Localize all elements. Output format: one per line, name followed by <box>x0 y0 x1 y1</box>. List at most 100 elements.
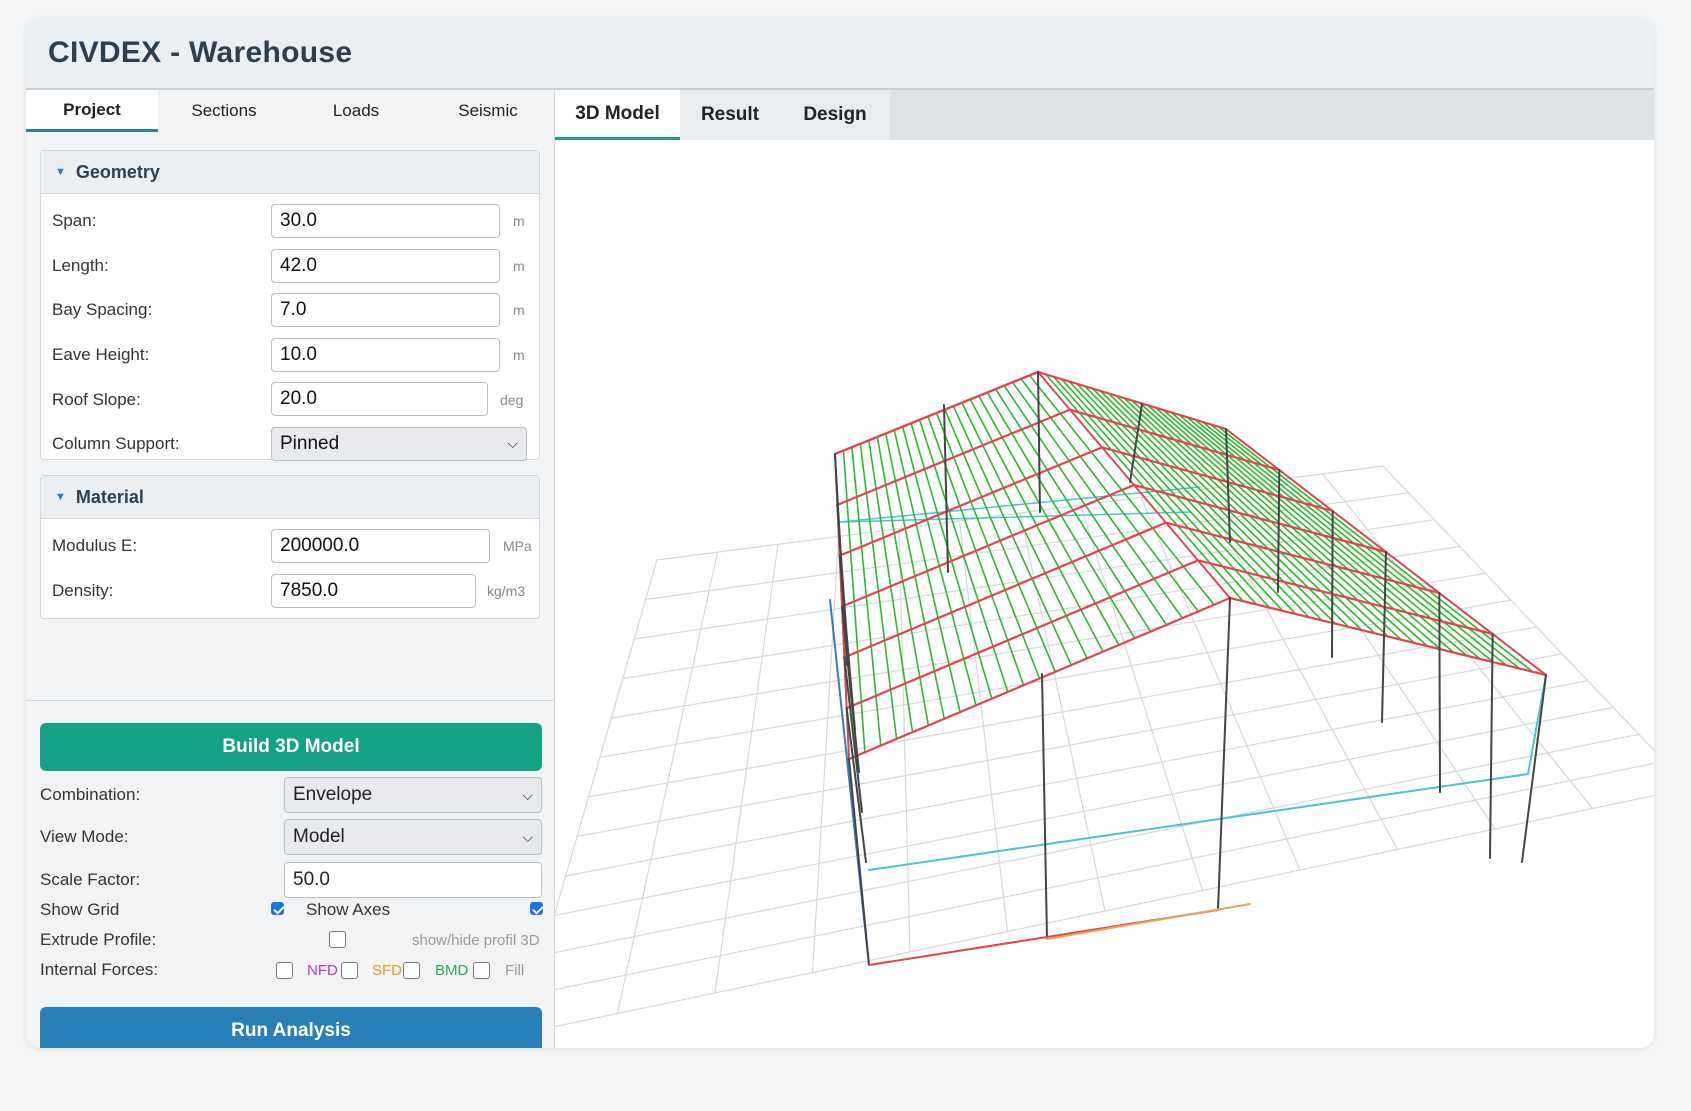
material-header[interactable]: ▼ Material <box>41 476 539 519</box>
modulus-input[interactable]: 200000.0 <box>271 529 490 563</box>
run-analysis-button[interactable]: Run Analysis <box>40 1007 542 1048</box>
roof-slope-unit: deg <box>500 391 524 408</box>
chevron-down-icon: ⌵ <box>522 828 533 845</box>
column-line <box>1217 597 1231 911</box>
length-unit: m <box>513 257 525 274</box>
eave-height-unit: m <box>513 347 525 364</box>
view-mode-value: Model <box>293 826 345 847</box>
3d-viewport[interactable] <box>519 140 1654 1048</box>
collapse-caret-icon: ▼ <box>55 166 66 178</box>
column-line <box>1521 674 1547 863</box>
bay-spacing-row: Bay Spacing: 7.0 m <box>41 288 539 333</box>
tab-loads[interactable]: Loads <box>290 90 422 132</box>
controls-area: Build 3D Model Combination: Envelope ⌵ V… <box>26 700 554 1048</box>
column-support-row: Column Support: Pinned ⌵ <box>41 422 539 467</box>
column-line <box>1438 592 1441 793</box>
view-tab-bar: 3D Model Result Design <box>555 90 1654 140</box>
left-panel: Project Sections Loads Seismic ▼ Geometr… <box>26 90 555 1048</box>
nfd-label: NFD <box>307 962 338 979</box>
internal-forces-row: Internal Forces: NFD SFD BMD Fill <box>40 955 542 985</box>
combination-row: Combination: Envelope ⌵ <box>40 777 542 813</box>
extrude-profile-checkbox[interactable] <box>329 931 346 948</box>
extrude-profile-row: Extrude Profile: show/hide profil 3D <box>40 925 542 955</box>
rafter-line <box>1068 408 1281 472</box>
span-input[interactable]: 30.0 <box>271 204 500 238</box>
app-window: CIVDEX - Warehouse Project Sections Load… <box>26 18 1654 1048</box>
bay-spacing-input[interactable]: 7.0 <box>271 293 500 328</box>
column-line <box>1041 673 1048 940</box>
nfd-checkbox[interactable] <box>276 962 293 979</box>
column-support-label: Column Support: <box>52 434 180 454</box>
roof-slope-input[interactable]: 20.0 <box>271 382 488 417</box>
geometry-title: Geometry <box>75 161 160 182</box>
modulus-unit: MPa <box>503 538 532 555</box>
combination-value: Envelope <box>293 784 373 805</box>
bay-spacing-label: Bay Spacing: <box>52 300 153 320</box>
ground-grid-line <box>576 653 1563 838</box>
geometry-header[interactable]: ▼ Geometry <box>41 151 539 194</box>
span-unit: m <box>513 213 525 230</box>
show-axes-label: Show Axes <box>306 900 391 919</box>
geometry-section: ▼ Geometry Span: 30.0 m Length: 42.0 m B… <box>40 150 540 461</box>
scale-factor-row: Scale Factor: 50.0 <box>40 862 542 898</box>
bay-spacing-unit: m <box>513 302 525 319</box>
tab-project[interactable]: Project <box>26 90 158 132</box>
eave-height-row: Eave Height: 10.0 m <box>41 333 539 378</box>
grid-axes-row: Show Grid Show Axes <box>40 895 543 925</box>
fill-checkbox[interactable] <box>473 962 490 979</box>
roof-slope-label: Roof Slope: <box>52 389 141 409</box>
column-support-select[interactable]: Pinned ⌵ <box>271 426 527 461</box>
tab-result[interactable]: Result <box>680 90 780 140</box>
highlight-line <box>1046 903 1251 940</box>
bmd-label: BMD <box>435 962 469 979</box>
view-mode-select[interactable]: Model ⌵ <box>284 819 542 855</box>
density-unit: kg/m3 <box>487 582 526 599</box>
roof-slope-row: Roof Slope: 20.0 deg <box>41 377 539 422</box>
show-grid-checkbox[interactable] <box>271 902 284 915</box>
material-section: ▼ Material Modulus E: 200000.0 MPa Densi… <box>40 475 540 619</box>
internal-forces-label: Internal Forces: <box>40 960 159 979</box>
density-label: Density: <box>52 580 114 600</box>
tab-seismic[interactable]: Seismic <box>422 90 554 132</box>
eave-height-input[interactable]: 10.0 <box>271 337 500 372</box>
right-panel: 3D Model Result Design <box>519 90 1654 1048</box>
combination-select[interactable]: Envelope ⌵ <box>284 777 542 813</box>
3d-scene[interactable] <box>519 140 1654 1048</box>
rafter-line <box>838 446 1104 557</box>
left-tab-bar: Project Sections Loads Seismic <box>26 90 554 132</box>
ground-grid-line <box>519 559 658 1035</box>
length-label: Length: <box>52 255 109 275</box>
length-row: Length: 42.0 m <box>41 244 539 289</box>
length-input[interactable]: 42.0 <box>271 248 500 283</box>
column-line <box>943 404 949 573</box>
modulus-label: Modulus E: <box>52 536 138 556</box>
chevron-down-icon: ⌵ <box>522 786 533 803</box>
rafter-line <box>843 521 1168 659</box>
collapse-caret-icon: ▼ <box>55 491 66 503</box>
tab-sections[interactable]: Sections <box>158 90 290 132</box>
app-header: CIVDEX - Warehouse <box>26 18 1654 90</box>
bmd-checkbox[interactable] <box>403 962 420 979</box>
view-mode-label: View Mode: <box>40 827 129 846</box>
sfd-checkbox[interactable] <box>341 962 358 979</box>
rafter-line <box>847 596 1232 761</box>
ground-grid-line <box>1261 481 1496 830</box>
density-row: Density: 7850.0 kg/m3 <box>41 569 539 614</box>
fill-label: Fill <box>505 962 525 979</box>
scale-factor-input[interactable]: 50.0 <box>284 862 542 898</box>
scale-factor-label: Scale Factor: <box>40 870 141 889</box>
show-axes-checkbox[interactable] <box>530 902 543 915</box>
ground-grid-line <box>542 733 1640 956</box>
extrude-profile-hint: show/hide profil 3D <box>412 932 540 949</box>
view-mode-row: View Mode: Model ⌵ <box>40 819 542 855</box>
eave-height-label: Eave Height: <box>52 345 150 365</box>
build-3d-model-button[interactable]: Build 3D Model <box>40 723 542 771</box>
material-title: Material <box>75 486 144 507</box>
tab-design[interactable]: Design <box>780 90 890 140</box>
show-grid-label: Show Grid <box>40 900 120 919</box>
extrude-profile-label: Extrude Profile: <box>40 930 157 949</box>
density-input[interactable]: 7850.0 <box>271 573 476 608</box>
column-line <box>1331 510 1334 658</box>
combination-label: Combination: <box>40 785 141 804</box>
tab-3d-model[interactable]: 3D Model <box>555 90 680 140</box>
